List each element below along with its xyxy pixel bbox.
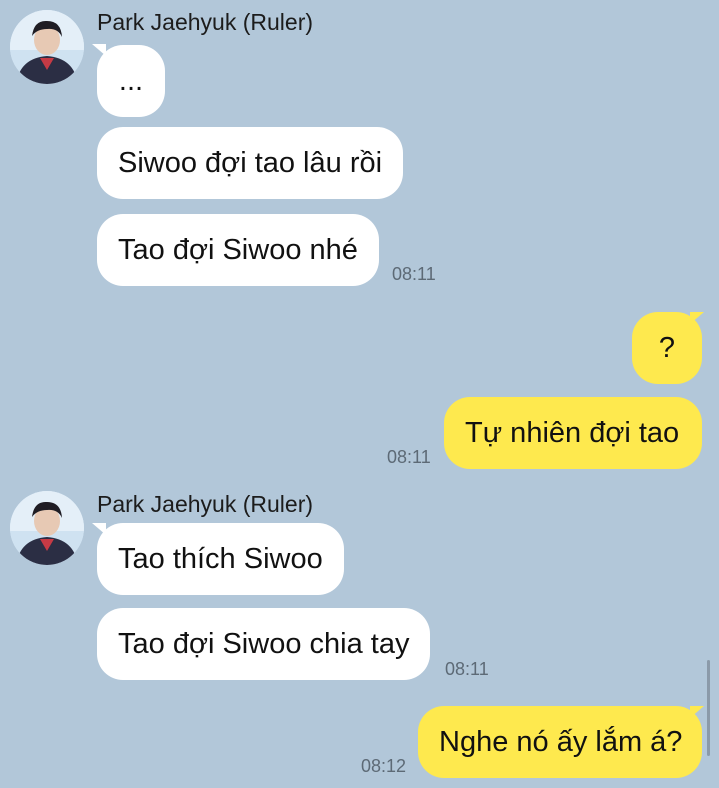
message-timestamp: 08:12 [361,756,407,776]
sender-name: Park Jaehyuk (Ruler) [97,491,314,517]
message-bubble-incoming[interactable]: Siwoo đợi tao lâu rồi [97,127,404,199]
message-timestamp: 08:11 [387,447,431,467]
chat-view[interactable]: Park Jaehyuk (Ruler) ... Siwoo đợi tao l… [0,0,719,788]
sender-avatar[interactable] [10,10,84,84]
message-bubble-incoming[interactable]: ... [97,45,165,117]
sender-name: Park Jaehyuk (Ruler) [97,9,314,35]
message-bubble-incoming[interactable]: Tao đợi Siwoo nhé [97,214,379,286]
message-bubble-outgoing[interactable]: ? [632,312,702,384]
profile-photo-icon [10,491,84,565]
message-bubble-incoming[interactable]: Tao đợi Siwoo chia tay [97,608,431,680]
scrollbar[interactable] [707,660,710,756]
message-bubble-incoming[interactable]: Tao thích Siwoo [97,523,344,595]
message-bubble-outgoing[interactable]: Tự nhiên đợi tao [444,397,702,469]
message-timestamp: 08:11 [392,264,436,284]
profile-photo-icon [10,10,84,84]
message-timestamp: 08:11 [445,659,489,679]
message-bubble-outgoing[interactable]: Nghe nó ấy lắm á? [418,706,702,778]
sender-avatar[interactable] [10,491,84,565]
